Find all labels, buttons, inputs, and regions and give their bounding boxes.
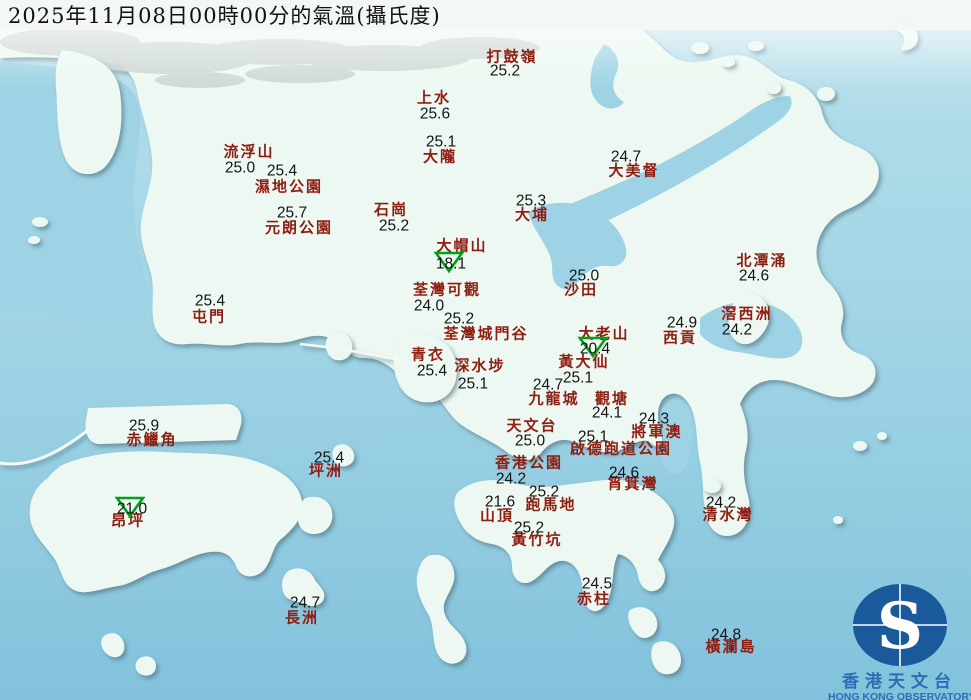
station-name-label: 石崗	[374, 203, 408, 218]
station-name-label: 荃灣可觀	[413, 283, 481, 298]
station-name-label: 荃灣城門谷	[443, 327, 528, 342]
station-name-label: 上水	[417, 91, 451, 106]
station-name-label: 滘西洲	[721, 307, 772, 322]
logo-swirl-icon: S	[877, 589, 923, 664]
station-temp-value: 24.3	[639, 411, 669, 427]
station-temp-value: 20.4	[580, 341, 610, 357]
station-name-label: 屯門	[192, 310, 226, 325]
title-bar: 2025年11月08日00時00分的氣溫(攝氏度)	[0, 0, 971, 30]
station-temp-value: 24.0	[414, 298, 444, 314]
station-temp-value: 25.1	[563, 370, 593, 386]
station-temp-value: 24.6	[609, 465, 639, 481]
station-name-label: 深水埗	[454, 359, 505, 374]
temperature-map-screenshot: 2025年11月08日00時00分的氣溫(攝氏度) 25.2打鼓嶺25.6上水2…	[0, 0, 971, 700]
logo-name-chinese: 香港天文台	[828, 674, 971, 691]
station-name-label: 赤鱲角	[126, 433, 177, 448]
station-temp-value: 25.1	[578, 429, 608, 445]
station-temp-value: 25.2	[514, 520, 544, 536]
station-temp-value: 25.0	[569, 268, 599, 284]
station-temp-value: 25.7	[277, 205, 307, 221]
station-name-label: 赤柱	[577, 592, 611, 607]
station-temp-value: 25.2	[529, 484, 559, 500]
station-temp-value: 24.7	[611, 149, 641, 165]
station-temp-value: 25.6	[420, 106, 450, 122]
station-name-label: 大隴	[423, 150, 457, 165]
station-name-label: 沙田	[564, 283, 598, 298]
station-temp-value: 24.2	[496, 471, 526, 487]
station-temp-value: 21.0	[117, 501, 147, 517]
stations-layer: 25.2打鼓嶺25.6上水25.1大隴24.7大美督25.0流浮山25.4濕地公…	[0, 0, 971, 700]
station-temp-value: 24.7	[290, 595, 320, 611]
station-name-label: 濕地公園	[255, 180, 323, 195]
observatory-logo-mark: S	[828, 582, 971, 668]
station-temp-value: 25.2	[379, 218, 409, 234]
station-name-label: 長洲	[285, 611, 319, 626]
station-name-label: 天文台	[506, 419, 557, 434]
station-temp-value: 25.2	[444, 311, 474, 327]
station-temp-value: 25.4	[195, 293, 225, 309]
station-temp-value: 25.0	[515, 433, 545, 449]
station-temp-value: 24.5	[582, 576, 612, 592]
observatory-logo: S 香港天文台 HONG KONG OBSERVATORY	[828, 582, 971, 700]
station-name-label: 九龍城	[528, 392, 579, 407]
station-name-label: 山頂	[480, 509, 514, 524]
station-temp-value: 25.1	[426, 134, 456, 150]
station-temp-value: 25.3	[516, 193, 546, 209]
station-temp-value: 25.4	[314, 450, 344, 466]
station-temp-value: 25.1	[458, 376, 488, 392]
station-name-label: 北潭涌	[736, 254, 787, 269]
station-temp-value: 24.9	[667, 315, 697, 331]
station-temp-value: 21.6	[485, 494, 515, 510]
station-temp-value: 25.0	[225, 160, 255, 176]
station-temp-value: 25.4	[417, 363, 447, 379]
station-temp-value: 24.2	[706, 495, 736, 511]
logo-name-english: HONG KONG OBSERVATORY	[828, 691, 971, 700]
station-temp-value: 24.6	[739, 268, 769, 284]
station-temp-value: 24.8	[711, 627, 741, 643]
station-name-label: 大埔	[515, 208, 549, 223]
station-name-label: 香港公園	[495, 456, 563, 471]
station-temp-value: 24.2	[722, 322, 752, 338]
station-temp-value: 25.2	[490, 63, 520, 79]
station-temp-value: 24.1	[592, 405, 622, 421]
station-name-label: 大美督	[608, 164, 659, 179]
station-name-label: 西貢	[663, 331, 697, 346]
station-temp-value: 18.1	[436, 256, 466, 272]
station-temp-value: 25.4	[267, 163, 297, 179]
station-name-label: 元朗公園	[265, 221, 333, 236]
station-name-label: 流浮山	[223, 145, 274, 160]
station-temp-value: 25.9	[129, 418, 159, 434]
station-name-label: 青衣	[411, 348, 445, 363]
page-title: 2025年11月08日00時00分的氣溫(攝氏度)	[0, 0, 441, 30]
station-temp-value: 24.7	[533, 377, 563, 393]
